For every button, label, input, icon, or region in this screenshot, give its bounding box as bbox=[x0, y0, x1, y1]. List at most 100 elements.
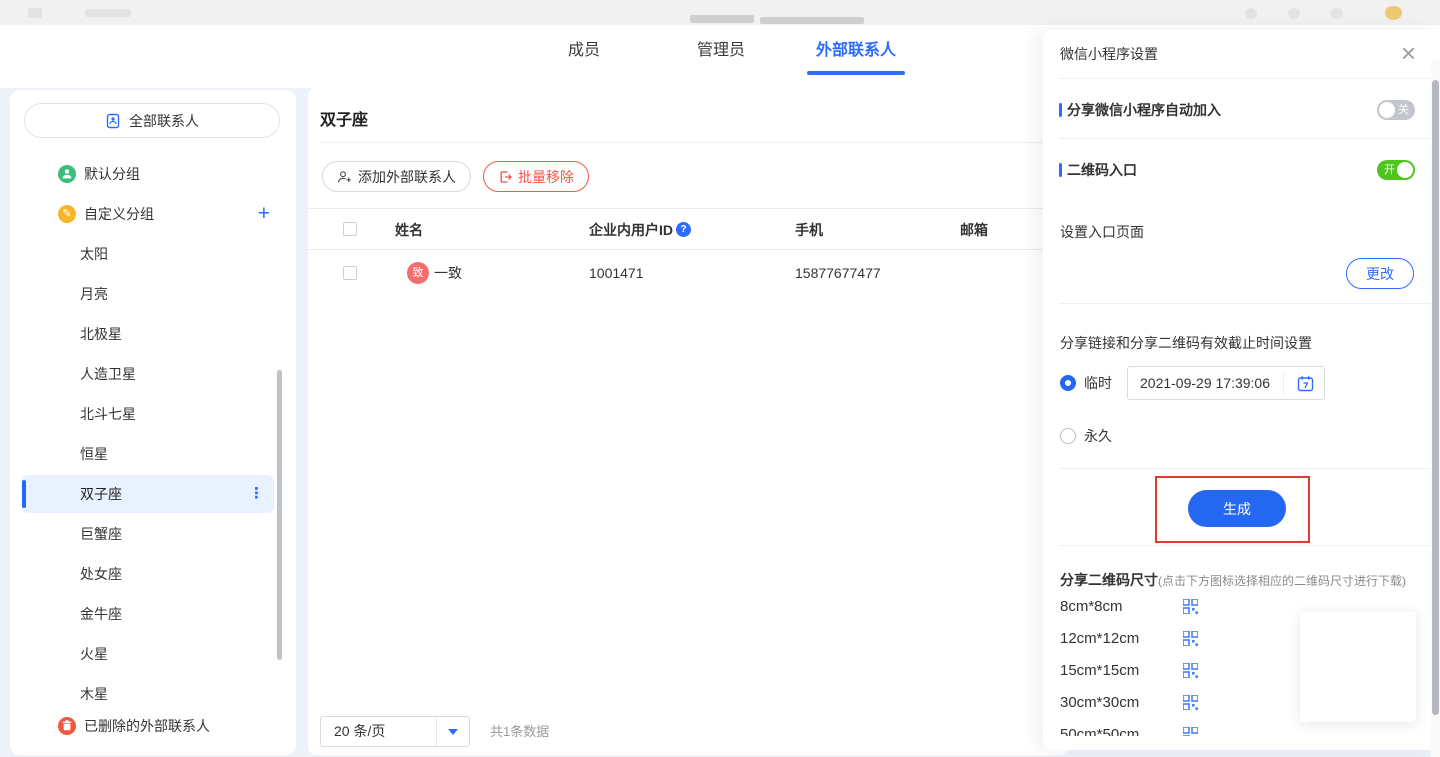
batch-remove-label: 批量移除 bbox=[518, 167, 574, 187]
trash-icon bbox=[58, 717, 76, 735]
sidebar-scrollbar[interactable] bbox=[277, 370, 282, 660]
tab-external-contacts[interactable]: 外部联系人 bbox=[816, 31, 896, 71]
sidebar-item-label: 已删除的外部联系人 bbox=[84, 708, 210, 744]
expire-datetime-value: 2021-09-29 17:39:06 bbox=[1140, 367, 1270, 399]
add-external-contact-button[interactable]: 添加外部联系人 bbox=[322, 161, 471, 192]
add-external-contact-label: 添加外部联系人 bbox=[358, 167, 456, 187]
page-title: 双子座 bbox=[320, 106, 368, 130]
column-header-email: 邮箱 bbox=[960, 209, 988, 251]
qr-code-icon[interactable] bbox=[1183, 599, 1198, 614]
qr-code-icon[interactable] bbox=[1183, 631, 1198, 646]
close-icon[interactable]: × bbox=[1401, 38, 1416, 68]
sidebar-item[interactable]: 恒星 bbox=[10, 434, 296, 474]
page-scrollbar-thumb[interactable] bbox=[1432, 80, 1439, 715]
sidebar-item-deleted-contacts[interactable]: 已删除的外部联系人 bbox=[10, 708, 296, 744]
sidebar-item[interactable]: 巨蟹座 bbox=[10, 514, 296, 554]
column-header-userid: 企业内用户ID bbox=[589, 209, 673, 251]
expire-settings-title: 分享链接和分享二维码有效截止时间设置 bbox=[1060, 333, 1312, 353]
table-row[interactable]: 致 一致 1001471 15877677477 bbox=[308, 250, 1068, 296]
divider bbox=[1059, 78, 1434, 79]
sidebar-item[interactable]: 金牛座 bbox=[10, 594, 296, 634]
sidebar-item[interactable]: 火星 bbox=[10, 634, 296, 674]
sidebar-item[interactable]: 处女座 bbox=[10, 554, 296, 594]
sidebar-item[interactable]: 北斗七星 bbox=[10, 394, 296, 434]
paw-icon bbox=[1385, 6, 1402, 20]
change-button[interactable]: 更改 bbox=[1346, 258, 1414, 289]
radio-permanent-label: 永久 bbox=[1084, 426, 1112, 446]
auto-join-toggle[interactable]: 关 bbox=[1377, 100, 1415, 120]
browser-topbar bbox=[0, 0, 1440, 25]
avatar: 致 bbox=[407, 262, 429, 284]
add-group-icon[interactable]: + bbox=[258, 202, 270, 226]
all-contacts-button[interactable]: 全部联系人 bbox=[24, 103, 280, 138]
sidebar: 全部联系人 默认分组 ✎ 自定义分组 + 太阳 月亮 北极星 人造卫星 北斗七星… bbox=[10, 90, 296, 755]
table-header-row: 姓名 企业内用户ID ? 手机 邮箱 bbox=[308, 208, 1068, 250]
ghost-icon bbox=[28, 8, 42, 18]
toggle-knob bbox=[1397, 162, 1413, 178]
ghost-text bbox=[760, 17, 864, 24]
toggle-state-label: 关 bbox=[1398, 100, 1409, 120]
sidebar-item[interactable]: 北极星 bbox=[10, 314, 296, 354]
sidebar-item-selected[interactable]: 双子座 ⋮ bbox=[22, 475, 274, 513]
question-circle-icon[interactable]: ? bbox=[676, 222, 691, 237]
export-icon bbox=[498, 170, 512, 184]
auto-join-label: 分享微信小程序自动加入 bbox=[1059, 100, 1221, 120]
qr-size-title-text: 分享二维码尺寸 bbox=[1060, 572, 1158, 588]
qr-code-icon[interactable] bbox=[1183, 695, 1198, 710]
toggle-knob bbox=[1379, 102, 1395, 118]
sidebar-item[interactable]: 月亮 bbox=[10, 274, 296, 314]
toggle-state-label: 开 bbox=[1384, 160, 1395, 180]
screen: 成员 管理员 外部联系人 全部联系人 默认分组 ✎ 自定义分组 + 太阳 月亮 … bbox=[0, 0, 1440, 757]
tab-members[interactable]: 成员 bbox=[568, 31, 600, 71]
expire-datetime-input[interactable]: 2021-09-29 17:39:06 bbox=[1127, 366, 1325, 400]
row-checkbox[interactable] bbox=[343, 266, 357, 280]
sidebar-item[interactable]: 人造卫星 bbox=[10, 354, 296, 394]
sidebar-item-custom-group[interactable]: ✎ 自定义分组 + bbox=[10, 194, 296, 234]
ghost-text bbox=[85, 9, 131, 17]
pencil-icon: ✎ bbox=[58, 205, 76, 223]
entry-page-label: 设置入口页面 bbox=[1060, 222, 1144, 242]
drawer-body: 微信小程序设置 × 分享微信小程序自动加入 关 二维码入口 开 设置入口页面 更… bbox=[1043, 30, 1440, 736]
radio-temporary-label: 临时 bbox=[1084, 373, 1112, 393]
tab-admins[interactable]: 管理员 bbox=[697, 31, 745, 71]
selected-indicator bbox=[22, 480, 26, 508]
person-icon bbox=[58, 165, 76, 183]
qr-code-icon[interactable] bbox=[1183, 663, 1198, 678]
batch-remove-button[interactable]: 批量移除 bbox=[483, 161, 589, 192]
qr-code-icon[interactable] bbox=[1183, 727, 1198, 736]
main-panel: 双子座 添加外部联系人 批量移除 姓名 企业内用户ID ? 手机 邮箱 bbox=[308, 88, 1068, 755]
qr-size-label: 12cm*12cm bbox=[1060, 623, 1139, 655]
radio-permanent[interactable] bbox=[1060, 428, 1076, 444]
qr-entry-label: 二维码入口 bbox=[1059, 160, 1137, 180]
cell-phone: 15877677477 bbox=[795, 250, 881, 296]
more-options-icon[interactable]: ⋮ bbox=[249, 475, 264, 513]
cell-name: 一致 bbox=[434, 250, 462, 296]
sidebar-item[interactable]: 太阳 bbox=[10, 234, 296, 274]
qr-size-label: 15cm*15cm bbox=[1060, 655, 1139, 687]
qr-size-label: 30cm*30cm bbox=[1060, 687, 1139, 719]
total-count-label: 共1条数据 bbox=[490, 716, 549, 747]
all-contacts-label: 全部联系人 bbox=[129, 111, 199, 131]
page-size-select[interactable]: 20 条/页 bbox=[320, 716, 470, 747]
divider bbox=[1059, 303, 1434, 304]
generate-button[interactable]: 生成 bbox=[1188, 490, 1286, 527]
select-arrow-segment[interactable] bbox=[436, 717, 469, 746]
qr-size-hint: (点击下方图标选择相应的二维码尺寸进行下载) bbox=[1158, 574, 1406, 588]
column-header-phone: 手机 bbox=[795, 209, 823, 251]
mini-program-settings-drawer: 微信小程序设置 × 分享微信小程序自动加入 关 二维码入口 开 设置入口页面 更… bbox=[1043, 30, 1440, 750]
sidebar-item-label: 默认分组 bbox=[84, 154, 140, 194]
qr-size-label: 8cm*8cm bbox=[1060, 591, 1123, 623]
ghost-icon bbox=[1245, 8, 1257, 19]
qr-size-title: 分享二维码尺寸(点击下方图标选择相应的二维码尺寸进行下载) bbox=[1060, 570, 1406, 591]
chevron-down-icon bbox=[448, 729, 458, 735]
sidebar-item-default-group[interactable]: 默认分组 bbox=[10, 154, 296, 194]
cell-userid: 1001471 bbox=[589, 250, 644, 296]
radio-temporary[interactable] bbox=[1060, 375, 1076, 391]
drawer-title: 微信小程序设置 bbox=[1060, 44, 1158, 64]
divider bbox=[1059, 138, 1434, 139]
select-all-checkbox[interactable] bbox=[343, 222, 357, 236]
divider bbox=[320, 142, 1056, 143]
qr-entry-toggle[interactable]: 开 bbox=[1377, 160, 1415, 180]
ghost-icon bbox=[1288, 8, 1300, 19]
calendar-icon[interactable] bbox=[1297, 375, 1314, 392]
